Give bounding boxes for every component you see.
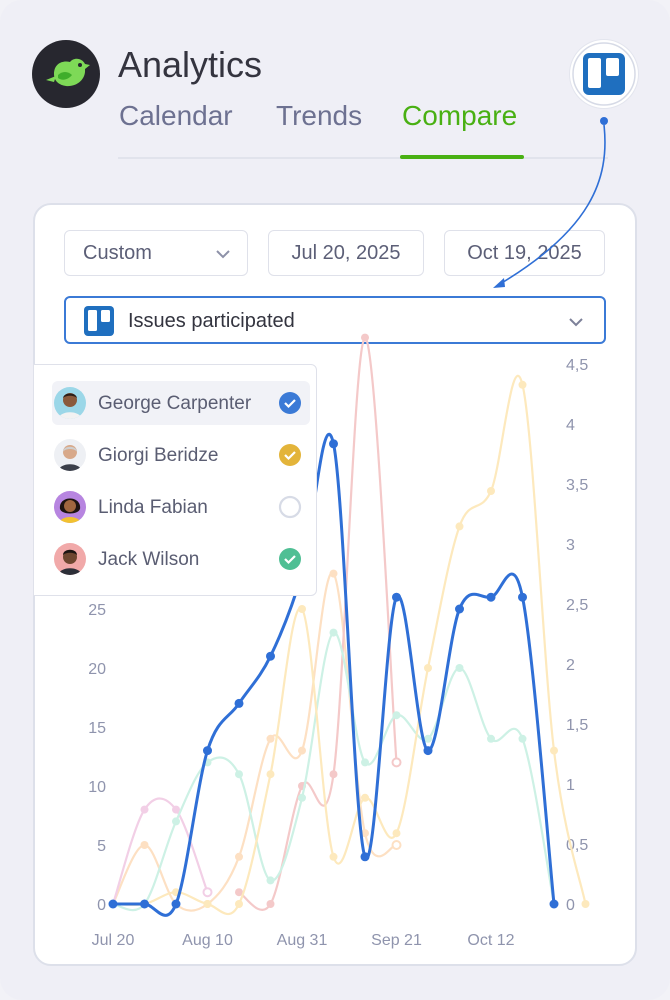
y-right-tick-label: 2,5 xyxy=(566,597,588,614)
data-point xyxy=(518,380,527,389)
data-point xyxy=(298,746,306,755)
data-point xyxy=(455,522,464,531)
avatar xyxy=(54,439,86,471)
data-point xyxy=(518,592,527,602)
data-point xyxy=(202,887,213,898)
person-name: Linda Fabian xyxy=(98,497,208,518)
data-point xyxy=(298,605,306,613)
people-dropdown: George Carpenter Giorgi Beridze Linda Fa… xyxy=(33,364,317,596)
data-point xyxy=(424,664,432,672)
data-point xyxy=(361,793,369,802)
data-point xyxy=(203,746,212,756)
x-tick-label: Sep 21 xyxy=(371,932,422,949)
data-point xyxy=(518,734,527,743)
data-point xyxy=(266,900,275,908)
data-point xyxy=(266,770,275,779)
data-point xyxy=(266,734,275,743)
y-right-tick-label: 3,5 xyxy=(566,477,588,494)
person-george-carpenter[interactable]: George Carpenter xyxy=(52,381,310,425)
y-right-tick-label: 3 xyxy=(566,537,575,554)
y-left-tick-label: 15 xyxy=(88,720,106,737)
data-point xyxy=(550,746,558,755)
x-tick-label: Aug 10 xyxy=(182,932,233,949)
y-left-tick-label: 25 xyxy=(88,602,106,619)
data-point xyxy=(329,439,338,449)
y-left-tick-label: 10 xyxy=(88,779,106,796)
person-name: George Carpenter xyxy=(98,393,252,414)
data-point xyxy=(361,333,369,342)
y-right-tick-label: 2 xyxy=(566,657,575,674)
person-jack-wilson[interactable]: Jack Wilson xyxy=(52,537,310,581)
data-point xyxy=(266,651,275,661)
person-name: Giorgi Beridze xyxy=(98,445,219,466)
person-linda-fabian[interactable]: Linda Fabian xyxy=(52,485,310,529)
data-point xyxy=(329,628,338,637)
data-point xyxy=(235,900,243,908)
x-tick-label: Jul 20 xyxy=(92,932,135,949)
data-point xyxy=(108,899,118,909)
y-right-tick-label: 1,5 xyxy=(566,717,588,734)
checked-icon xyxy=(279,392,301,414)
checked-icon xyxy=(279,444,301,466)
data-point xyxy=(360,852,370,862)
data-point xyxy=(487,487,495,495)
y-left-tick-label: 5 xyxy=(97,838,106,855)
data-point xyxy=(266,876,275,885)
y-right-tick-label: 0 xyxy=(566,897,575,914)
y-left-tick-label: 0 xyxy=(97,897,106,914)
data-point xyxy=(172,817,180,826)
data-point xyxy=(455,664,464,672)
data-point xyxy=(455,604,464,614)
checked-icon xyxy=(279,548,301,570)
data-point xyxy=(203,900,212,908)
unchecked-icon xyxy=(278,495,302,519)
data-point xyxy=(235,770,243,779)
data-point xyxy=(140,805,149,814)
data-point xyxy=(298,793,306,802)
data-point xyxy=(235,852,243,861)
data-point xyxy=(487,734,495,743)
y-right-tick-label: 4,5 xyxy=(566,357,588,374)
data-point xyxy=(329,852,338,861)
data-point xyxy=(581,900,590,908)
person-name: Jack Wilson xyxy=(98,549,200,570)
avatar xyxy=(54,543,86,575)
data-point xyxy=(392,592,401,602)
x-tick-label: Aug 31 xyxy=(277,932,328,949)
y-right-tick-label: 1 xyxy=(566,777,575,794)
data-point xyxy=(391,840,402,850)
data-point xyxy=(549,899,559,909)
x-tick-label: Oct 12 xyxy=(467,932,514,949)
avatar xyxy=(54,387,86,419)
data-point xyxy=(391,757,402,768)
avatar xyxy=(54,491,86,523)
data-point xyxy=(140,841,149,849)
person-giorgi-beridze[interactable]: Giorgi Beridze xyxy=(52,433,310,477)
data-point xyxy=(392,829,401,838)
data-point xyxy=(329,770,338,779)
data-point xyxy=(234,698,244,708)
y-left-tick-label: 20 xyxy=(88,661,106,678)
y-right-tick-label: 4 xyxy=(566,417,575,434)
data-point xyxy=(140,899,149,909)
data-point xyxy=(423,746,433,756)
data-point xyxy=(171,899,181,909)
data-point xyxy=(361,758,369,767)
data-point xyxy=(392,711,401,720)
data-point xyxy=(486,592,496,602)
data-point xyxy=(329,569,338,578)
